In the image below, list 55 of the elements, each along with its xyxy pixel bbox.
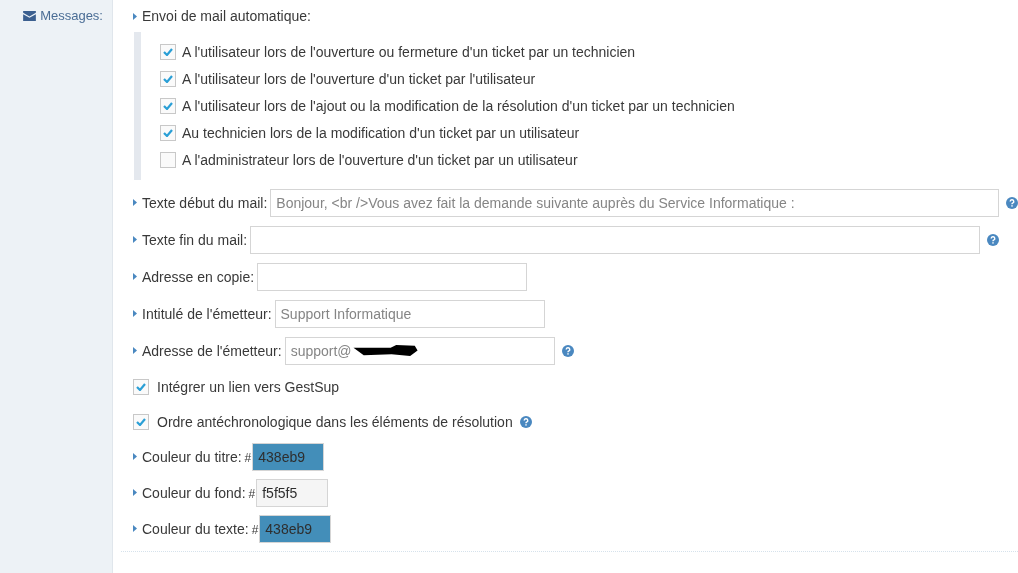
field-label: Adresse de l'émetteur: bbox=[142, 342, 282, 359]
check-icon bbox=[163, 129, 173, 137]
field-label: Texte fin du mail: bbox=[142, 231, 248, 248]
checkbox-label: Ordre antéchronologique dans les éléments de résolution bbox=[157, 413, 513, 430]
help-icon[interactable] bbox=[519, 415, 532, 428]
checkbox[interactable] bbox=[160, 152, 176, 168]
field-label: Couleur du fond: bbox=[142, 484, 246, 501]
caret-icon bbox=[133, 12, 137, 20]
checkbox[interactable] bbox=[160, 125, 176, 141]
help-icon[interactable] bbox=[1006, 196, 1018, 209]
caret-icon bbox=[133, 273, 137, 280]
check-icon bbox=[163, 102, 173, 110]
caret-icon bbox=[133, 453, 137, 460]
checkbox[interactable] bbox=[160, 44, 176, 60]
hash-sign: # bbox=[248, 487, 256, 501]
color-field[interactable]: f5f5f5 bbox=[256, 478, 329, 507]
checkbox[interactable] bbox=[133, 413, 149, 430]
check-icon bbox=[136, 417, 146, 426]
color-field[interactable]: 438eb9 bbox=[259, 514, 332, 543]
check-icon bbox=[163, 75, 173, 83]
hash-sign: # bbox=[244, 451, 252, 465]
checkbox-label: A l'administrateur lors de l'ouverture d'un ticket par un utilisateur bbox=[182, 152, 578, 168]
text-field[interactable] bbox=[257, 262, 528, 291]
envelope-icon bbox=[23, 10, 37, 21]
caret-icon bbox=[133, 199, 137, 206]
field-label: Couleur du texte: bbox=[142, 520, 249, 537]
checkbox-label: A l'utilisateur lors de l'ouverture ou fermeture d'un ticket par un technicien bbox=[182, 44, 636, 60]
field-label: Intitulé de l'émetteur: bbox=[142, 305, 272, 322]
field-label: Adresse en copie: bbox=[142, 268, 255, 285]
color-field[interactable]: 438eb9 bbox=[252, 442, 325, 471]
caret-icon bbox=[133, 310, 137, 317]
checkbox-label: Au technicien lors de la modification d'un ticket par un utilisateur bbox=[182, 125, 580, 141]
section-label: Messages: bbox=[40, 8, 103, 23]
help-icon[interactable] bbox=[561, 344, 574, 357]
hash-sign: # bbox=[251, 523, 259, 537]
caret-icon bbox=[133, 525, 137, 532]
checkbox[interactable] bbox=[160, 71, 176, 87]
text-field[interactable]: Bonjour, <br />Vous avez fait la demande suivante auprès du Service Informatique : bbox=[270, 188, 999, 217]
field-label: Envoi de mail automatique: bbox=[142, 8, 311, 24]
caret-icon bbox=[133, 236, 137, 243]
text-field[interactable]: support@ bbox=[284, 336, 555, 365]
check-icon bbox=[163, 48, 173, 56]
field-label: Couleur du titre: bbox=[142, 448, 242, 465]
checkbox[interactable] bbox=[133, 378, 149, 395]
checkbox-label: Intégrer un lien vers GestSup bbox=[157, 378, 340, 395]
checkbox-label: A l'utilisateur lors de l'ouverture d'un ticket par l'utilisateur bbox=[182, 71, 536, 87]
checkbox[interactable] bbox=[160, 98, 176, 114]
check-icon bbox=[136, 382, 146, 391]
caret-icon bbox=[133, 347, 137, 354]
text-field[interactable] bbox=[250, 225, 981, 254]
text-field[interactable]: Support Informatique bbox=[274, 299, 545, 328]
help-icon[interactable] bbox=[987, 233, 1000, 246]
field-label: Texte début du mail: bbox=[142, 194, 268, 211]
checkbox-label: A l'utilisateur lors de l'ajout ou la modification de la résolution d'un ticket par un technicien bbox=[182, 98, 735, 114]
caret-icon bbox=[133, 489, 137, 496]
